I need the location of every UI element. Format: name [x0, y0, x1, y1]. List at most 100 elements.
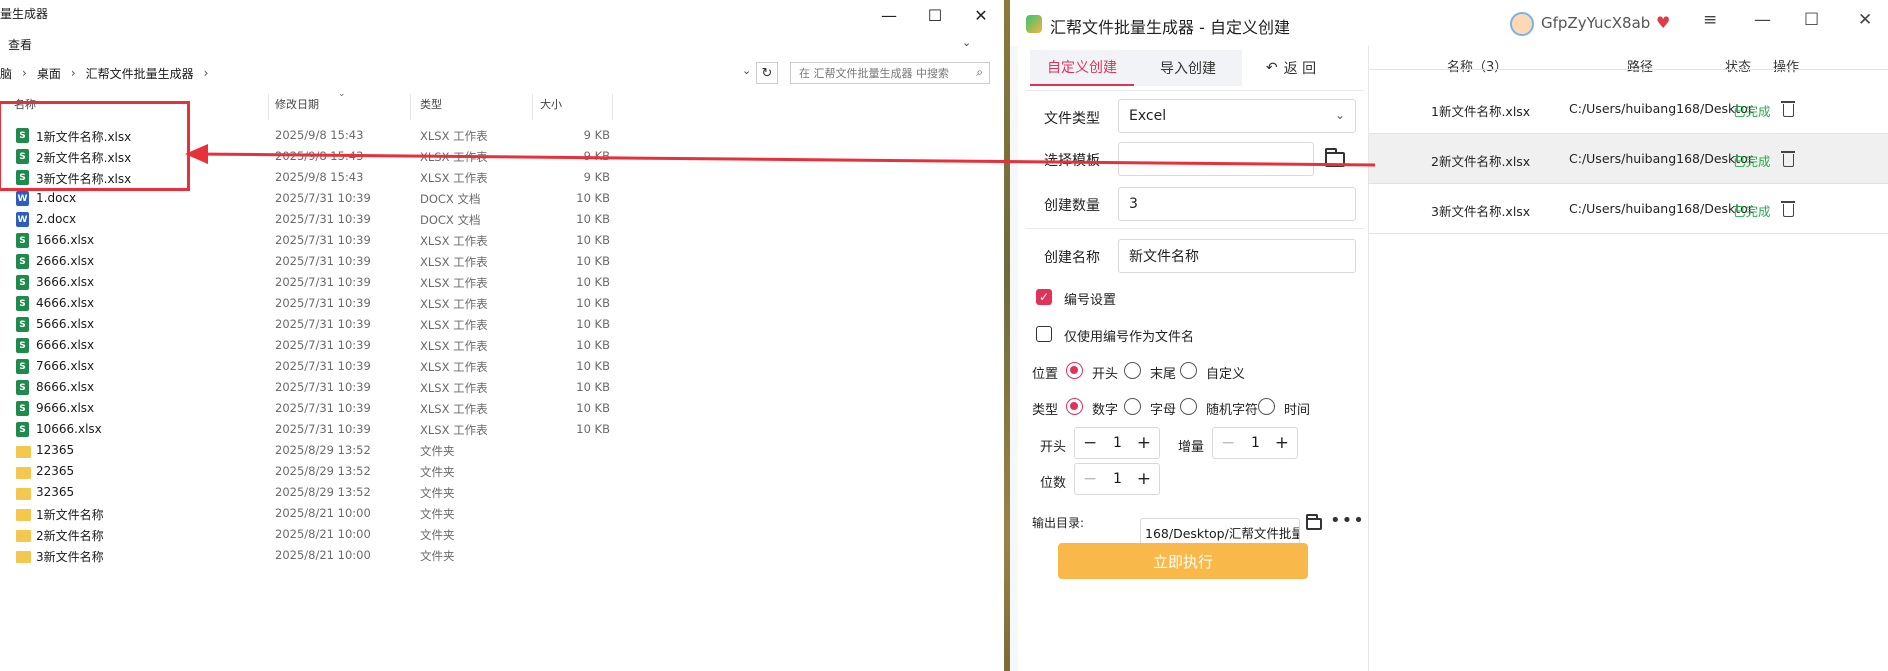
file-row[interactable]: S 3666.xlsx 2025/7/31 10:39 XLSX 工作表 10 KB	[0, 273, 610, 294]
folder-icon[interactable]	[1306, 514, 1322, 530]
count-value: 3	[1129, 196, 1138, 212]
file-row[interactable]: S 1666.xlsx 2025/7/31 10:39 XLSX 工作表 10 KB	[0, 231, 610, 252]
search-input[interactable]: 在 汇帮文件批量生成器 中搜索 ⌕	[790, 62, 990, 84]
file-type: XLSX 工作表	[420, 297, 488, 311]
trash-icon[interactable]	[1781, 151, 1795, 167]
plus-icon[interactable]: +	[1275, 433, 1289, 453]
breadcrumb-item[interactable]: 脑	[0, 65, 12, 82]
address-dropdown-icon[interactable]: ⌄	[742, 64, 751, 77]
type-option-label: 随机字符	[1206, 403, 1259, 418]
column-header-type[interactable]: 类型	[420, 96, 442, 118]
file-date: 2025/7/31 10:39	[275, 233, 371, 247]
name-label: 创建名称	[1044, 250, 1100, 266]
file-row[interactable]: S 5666.xlsx 2025/7/31 10:39 XLSX 工作表 10 KB	[0, 315, 610, 336]
maximize-button[interactable]: ☐	[1804, 10, 1819, 30]
output-dir-input[interactable]: 168/Desktop/汇帮文件批量生成器	[1140, 518, 1300, 546]
more-options-icon[interactable]: •••	[1330, 510, 1365, 531]
file-row[interactable]: S 9666.xlsx 2025/7/31 10:39 XLSX 工作表 10 KB	[0, 399, 610, 420]
file-type: 文件夹	[420, 528, 455, 542]
file-row[interactable]: S 10666.xlsx 2025/7/31 10:39 XLSX 工作表 10 KB	[0, 420, 610, 441]
plus-icon[interactable]: +	[1137, 433, 1151, 453]
position-radio-custom[interactable]	[1180, 362, 1197, 379]
trash-icon[interactable]	[1781, 201, 1795, 217]
file-size: 10 KB	[576, 296, 610, 310]
run-button[interactable]: 立即执行	[1058, 543, 1308, 579]
file-row[interactable]: W 2.docx 2025/7/31 10:39 DOCX 文档 10 KB	[0, 210, 610, 231]
count-input[interactable]: 3	[1118, 187, 1356, 221]
file-row[interactable]: 1新文件名称 2025/8/21 10:00 文件夹	[0, 504, 610, 525]
position-radio-start[interactable]	[1066, 362, 1083, 379]
file-row[interactable]: S 7666.xlsx 2025/7/31 10:39 XLSX 工作表 10 KB	[0, 357, 610, 378]
file-size: 9 KB	[583, 149, 610, 163]
tab-import-create[interactable]: 导入创建	[1134, 50, 1242, 86]
table-row[interactable]: 2新文件名称.xlsx C:/Users/huibang168/Desktop/已…	[1369, 134, 1888, 184]
column-divider[interactable]	[612, 94, 613, 120]
digits-stepper[interactable]: − 1 +	[1074, 463, 1160, 495]
breadcrumb-item[interactable]: 桌面	[37, 65, 61, 82]
address-bar[interactable]: 脑 › 桌面 › 汇帮文件批量生成器 ›	[0, 62, 760, 84]
tab-custom-create[interactable]: 自定义创建	[1030, 50, 1134, 86]
only-number-checkbox[interactable]	[1036, 326, 1052, 342]
ribbon-expand-icon[interactable]: ⌄	[962, 36, 971, 49]
maximize-button[interactable]: ☐	[912, 0, 958, 30]
menu-icon[interactable]: ≡	[1703, 10, 1717, 30]
file-row[interactable]: S 2666.xlsx 2025/7/31 10:39 XLSX 工作表 10 KB	[0, 252, 610, 273]
column-divider[interactable]	[268, 94, 269, 120]
type-radio-random[interactable]	[1180, 398, 1197, 415]
minus-icon[interactable]: −	[1083, 433, 1097, 453]
username[interactable]: GfpZyYucX8ab	[1541, 14, 1650, 32]
file-type-select[interactable]: Excel ⌄	[1118, 99, 1356, 133]
file-row[interactable]: S 6666.xlsx 2025/7/31 10:39 XLSX 工作表 10 KB	[0, 336, 610, 357]
vip-heart-icon[interactable]: ♥	[1656, 13, 1670, 32]
back-button[interactable]: ↶ 返 回	[1246, 50, 1336, 86]
file-row[interactable]: 32365 2025/8/29 13:52 文件夹	[0, 483, 610, 504]
file-row[interactable]: S 4666.xlsx 2025/7/31 10:39 XLSX 工作表 10 KB	[0, 294, 610, 315]
minus-icon[interactable]: −	[1221, 433, 1235, 453]
minus-icon[interactable]: −	[1083, 469, 1097, 489]
type-radio-number[interactable]	[1066, 398, 1083, 415]
table-row[interactable]: 1新文件名称.xlsx C:/Users/huibang168/Desktop/已…	[1369, 84, 1888, 134]
file-name: 32365	[36, 485, 75, 499]
folder-icon	[16, 551, 31, 563]
file-date: 2025/8/29 13:52	[275, 464, 371, 478]
type-radio-letter[interactable]	[1124, 398, 1141, 415]
file-type: DOCX 文档	[420, 192, 481, 206]
increment-stepper[interactable]: − 1 +	[1212, 427, 1298, 459]
menu-view[interactable]: 查看	[8, 36, 32, 53]
close-button[interactable]: ✕	[1858, 10, 1872, 30]
file-row[interactable]: 3新文件名称 2025/8/21 10:00 文件夹	[0, 546, 610, 567]
type-radio-time[interactable]	[1258, 398, 1275, 415]
refresh-button[interactable]: ↻	[756, 62, 778, 84]
file-row[interactable]: 2新文件名称 2025/8/21 10:00 文件夹	[0, 525, 610, 546]
breadcrumb-item[interactable]: 汇帮文件批量生成器	[86, 65, 194, 82]
folder-icon	[16, 530, 31, 542]
excel-file-icon: S	[16, 380, 29, 395]
plus-icon[interactable]: +	[1137, 469, 1151, 489]
file-row[interactable]: 22365 2025/8/29 13:52 文件夹	[0, 462, 610, 483]
file-size: 10 KB	[576, 380, 610, 394]
column-divider[interactable]	[532, 94, 533, 120]
file-row[interactable]: S 8666.xlsx 2025/7/31 10:39 XLSX 工作表 10 KB	[0, 378, 610, 399]
folder-icon[interactable]	[1325, 148, 1345, 167]
numbering-checkbox[interactable]: ✓	[1036, 289, 1052, 305]
close-button[interactable]: ✕	[958, 0, 1004, 30]
start-stepper[interactable]: − 1 +	[1074, 427, 1160, 459]
position-radio-end[interactable]	[1124, 362, 1141, 379]
excel-file-icon: S	[16, 254, 29, 269]
minimize-button[interactable]: —	[866, 0, 912, 30]
table-row[interactable]: 3新文件名称.xlsx C:/Users/huibang168/Desktop/已…	[1369, 184, 1888, 234]
column-divider[interactable]	[410, 94, 411, 120]
trash-icon[interactable]	[1781, 101, 1795, 117]
template-input[interactable]	[1118, 142, 1314, 176]
avatar[interactable]	[1510, 12, 1534, 36]
minimize-button[interactable]: —	[1754, 10, 1771, 30]
excel-file-icon: S	[16, 275, 29, 290]
column-header-size[interactable]: 大小	[540, 96, 562, 118]
column-header-date[interactable]: 修改日期	[275, 96, 319, 118]
name-input[interactable]: 新文件名称	[1118, 239, 1356, 273]
file-size: 9 KB	[583, 128, 610, 142]
breadcrumb-separator-icon: ›	[70, 66, 76, 80]
file-row[interactable]: 12365 2025/8/29 13:52 文件夹	[0, 441, 610, 462]
result-path: C:/Users/huibang168/Desktop/	[1569, 101, 1753, 116]
file-row[interactable]: W 1.docx 2025/7/31 10:39 DOCX 文档 10 KB	[0, 189, 610, 210]
